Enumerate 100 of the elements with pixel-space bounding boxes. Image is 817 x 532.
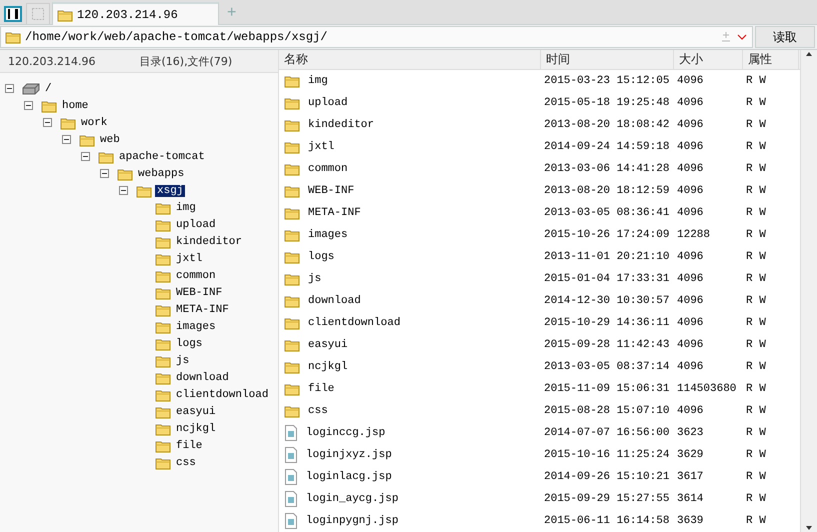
file-name[interactable]: images [305, 229, 348, 241]
scrollbar[interactable] [800, 50, 817, 532]
file-name[interactable]: META-INF [305, 207, 361, 219]
collapse-toggle[interactable] [119, 186, 128, 195]
tree-item[interactable]: clientdownload [174, 388, 270, 400]
folder-icon [284, 316, 300, 330]
file-name[interactable]: clientdownload [305, 317, 400, 329]
file-size: 4096 [676, 185, 704, 197]
modified-time: 2013-03-05 08:37:14 [543, 361, 670, 373]
tree-item[interactable]: jxtl [174, 252, 204, 264]
file-name[interactable]: file [305, 383, 334, 395]
column-header[interactable]: 属性 [743, 50, 799, 69]
permissions: R W [745, 141, 767, 153]
file-icon [284, 447, 298, 463]
tree-item[interactable]: js [174, 354, 192, 366]
tree-item[interactable]: work [79, 116, 110, 128]
folder-icon [98, 150, 114, 164]
modified-time: 2015-08-28 15:07:10 [543, 405, 670, 417]
file-name[interactable]: kindeditor [305, 119, 374, 131]
address-bar[interactable]: /home/work/web/apache-tomcat/webapps/xsgj/ [0, 26, 753, 48]
collapse-toggle[interactable] [81, 152, 90, 161]
permissions: R W [745, 427, 767, 439]
tree-item[interactable]: webapps [136, 168, 186, 180]
permissions: R W [745, 97, 767, 109]
file-name[interactable]: js [305, 273, 322, 285]
tree-item[interactable]: download [174, 372, 231, 384]
file-name[interactable]: ncjkgl [305, 361, 348, 373]
tree-item[interactable]: WEB-INF [174, 286, 224, 298]
folder-icon [155, 336, 171, 350]
tree-item[interactable]: web [98, 134, 122, 146]
file-size: 4096 [676, 295, 704, 307]
panel-toggle-icon[interactable] [4, 6, 22, 22]
tree-item[interactable]: kindeditor [174, 236, 244, 248]
file-name[interactable]: WEB-INF [305, 185, 354, 197]
column-header[interactable]: 名称 [279, 50, 541, 69]
collapse-toggle[interactable] [100, 169, 109, 178]
modified-time: 2013-03-06 14:41:28 [543, 163, 670, 175]
tab[interactable]: 120.203.214.96 [52, 2, 219, 25]
folder-icon [155, 404, 171, 418]
file-name[interactable]: css [305, 405, 328, 417]
folder-icon [155, 438, 171, 452]
file-name[interactable]: jxtl [305, 141, 334, 153]
tree-item[interactable]: logs [174, 338, 204, 350]
modified-time: 2015-11-09 15:06:31 [543, 383, 670, 395]
address-field[interactable]: /home/work/web/apache-tomcat/webapps/xsgj/ [25, 30, 716, 44]
tree-item[interactable]: upload [174, 218, 218, 230]
tree-item[interactable]: / [43, 82, 54, 94]
file-name[interactable]: logs [305, 251, 334, 263]
folder-icon [284, 228, 300, 242]
read-button[interactable]: 读取 [755, 26, 815, 48]
folder-icon [155, 422, 171, 436]
file-size: 3614 [676, 493, 704, 505]
folder-icon [284, 338, 300, 352]
file-name[interactable]: easyui [305, 339, 348, 351]
item-count: 目录(16),文件(79) [139, 54, 232, 68]
permissions: R W [745, 493, 767, 505]
collapse-toggle[interactable] [62, 135, 71, 144]
permissions: R W [745, 361, 767, 373]
file-name[interactable]: common [305, 163, 348, 175]
permissions: R W [745, 273, 767, 285]
modified-time: 2014-07-07 16:56:00 [543, 427, 670, 439]
file-size: 12288 [676, 229, 712, 241]
tree-item[interactable]: apache-tomcat [117, 150, 207, 162]
tree-item[interactable]: css [174, 456, 198, 468]
tree-item[interactable]: common [174, 270, 218, 282]
tree-item[interactable]: xsgj [155, 184, 186, 196]
scroll-up-icon[interactable] [805, 50, 813, 58]
collapse-toggle[interactable] [24, 101, 33, 110]
file-size: 4096 [676, 317, 704, 329]
file-name[interactable]: login_aycg.jsp [303, 493, 398, 505]
tree-item[interactable]: home [60, 100, 90, 112]
folder-icon [57, 8, 73, 22]
file-name[interactable]: upload [305, 97, 348, 109]
file-size: 4096 [676, 405, 704, 417]
scroll-down-icon[interactable] [805, 524, 813, 532]
tree-item[interactable]: images [174, 320, 218, 332]
file-name[interactable]: download [305, 295, 361, 307]
column-header[interactable]: 时间 [541, 50, 674, 69]
tree-item[interactable]: img [174, 202, 198, 214]
column-header[interactable]: 大小 [674, 50, 743, 69]
collapse-toggle[interactable] [43, 118, 52, 127]
folder-icon [41, 98, 57, 112]
folder-icon [284, 294, 300, 308]
file-name[interactable]: loginlacg.jsp [303, 471, 392, 483]
file-size: 4096 [676, 339, 704, 351]
tree-item[interactable]: META-INF [174, 304, 231, 316]
collapse-toggle[interactable] [5, 84, 14, 93]
file-size: 4096 [676, 361, 704, 373]
folder-icon [284, 272, 300, 286]
file-name[interactable]: img [305, 75, 328, 87]
tree-item[interactable]: easyui [174, 406, 218, 418]
file-size: 3617 [676, 471, 704, 483]
modified-time: 2015-10-16 11:25:24 [543, 449, 670, 461]
permissions: R W [745, 339, 767, 351]
file-name[interactable]: loginjxyz.jsp [303, 449, 392, 461]
permissions: R W [745, 229, 767, 241]
file-name[interactable]: loginpygnj.jsp [303, 515, 398, 527]
tree-item[interactable]: file [174, 440, 204, 452]
tree-item[interactable]: ncjkgl [174, 422, 218, 434]
file-name[interactable]: loginccg.jsp [303, 427, 386, 439]
